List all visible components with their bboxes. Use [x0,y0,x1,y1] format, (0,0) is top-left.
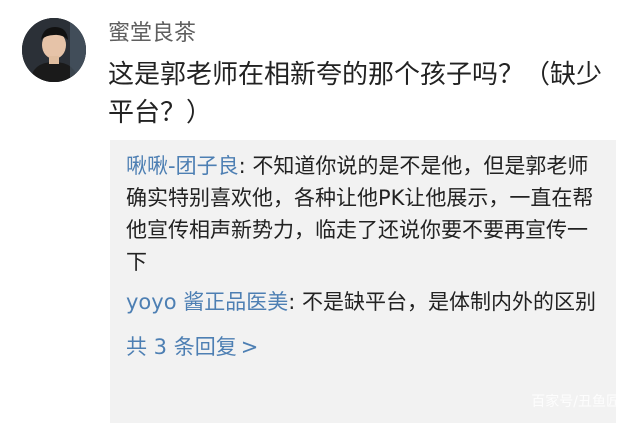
comment-card: 蜜堂良茶 这是郭老师在相新夸的那个孩子吗？（缺少平台？） 啾啾-团子良: 不知道… [0,0,640,423]
avatar[interactable] [22,18,86,82]
comment-username[interactable]: 蜜堂良茶 [108,20,196,48]
watermark: 百家号/丑鱼匠 [531,394,620,410]
reply-separator: : [238,154,253,178]
chevron-right-icon: > [240,335,259,359]
replies-panel: 啾啾-团子良: 不知道你说的是不是他，但是郭老师确实特别喜欢他，各种让他PK让他… [110,140,616,423]
comment-text: 这是郭老师在相新夸的那个孩子吗？（缺少平台？） [108,60,603,128]
reply-username[interactable]: 啾啾-团子良 [126,154,239,178]
more-replies-link[interactable]: 共 3 条回复 > [126,332,604,362]
reply-separator: : [288,290,302,314]
reply-item[interactable]: 啾啾-团子良: 不知道你说的是不是他，但是郭老师确实特别喜欢他，各种让他PK让他… [126,150,604,278]
user-avatar-icon [22,18,86,82]
reply-username[interactable]: yoyo 酱正品医美 [126,290,288,314]
reply-item[interactable]: yoyo 酱正品医美: 不是缺平台，是体制内外的区别 [126,286,604,318]
more-replies-label: 共 3 条回复 [126,335,237,359]
reply-text: 不是缺平台，是体制内外的区别 [302,290,596,314]
